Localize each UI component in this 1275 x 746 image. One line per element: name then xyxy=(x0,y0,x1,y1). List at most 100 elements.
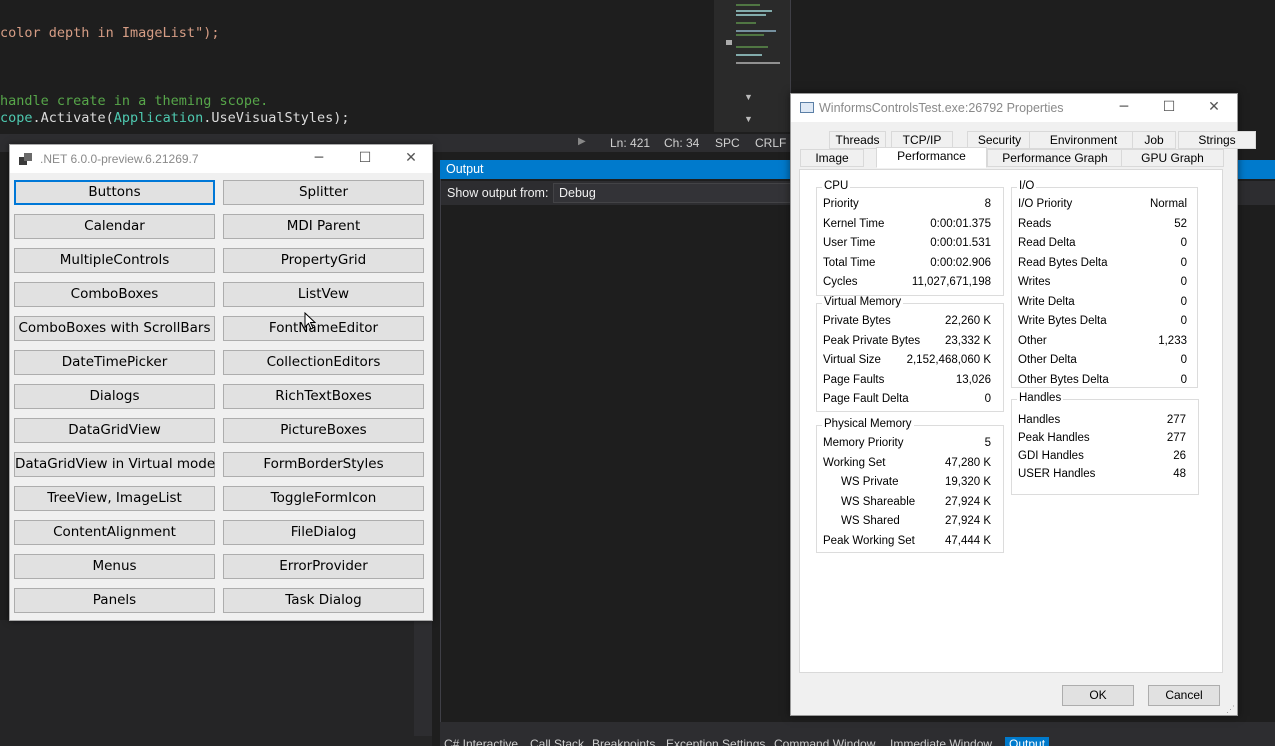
properties-titlebar[interactable]: WinformsControlsTest.exe:26792 Propertie… xyxy=(791,94,1237,122)
whitespace-mode[interactable]: SPC xyxy=(715,136,740,150)
tab-command-window[interactable]: Command Window xyxy=(774,737,875,746)
tab-exception-settings[interactable]: Exception Settings xyxy=(666,737,765,746)
ok-button[interactable]: OK xyxy=(1062,685,1134,706)
peak-handles-label: Peak Handles xyxy=(1018,432,1090,444)
chevron-down-icon[interactable]: ▼ xyxy=(744,92,753,102)
buttons-button[interactable]: Buttons xyxy=(14,180,215,205)
physical-memory-group: Physical Memory Memory Priority 5 Working … xyxy=(816,418,1004,553)
code-token-activate: .Activate( xyxy=(32,110,114,126)
close-icon[interactable]: ✕ xyxy=(388,145,434,173)
maximize-icon[interactable]: ☐ xyxy=(342,145,388,173)
treeview-imagelist-button[interactable]: TreeView, ImageList xyxy=(14,486,215,511)
dialogs-button[interactable]: Dialogs xyxy=(14,384,215,409)
properties-window: WinformsControlsTest.exe:26792 Propertie… xyxy=(790,93,1256,716)
code-line-string: color depth in ImageList"); xyxy=(0,25,220,41)
line-endings[interactable]: CRLF xyxy=(755,136,786,150)
resize-grip-icon[interactable]: ⋰ xyxy=(1226,704,1235,715)
write-delta-value: 0 xyxy=(1180,295,1187,308)
horizontal-scrollbar[interactable] xyxy=(440,722,1275,736)
mdi-parent-button[interactable]: MDI Parent xyxy=(223,214,424,239)
cycles-value: 11,027,671,198 xyxy=(911,276,991,288)
user-handles-value: 48 xyxy=(1173,468,1186,480)
properties-title: WinformsControlsTest.exe:26792 Propertie… xyxy=(819,101,1064,115)
collectioneditors-button[interactable]: CollectionEditors xyxy=(223,350,424,375)
code-minimap[interactable]: ▼ ▼ xyxy=(714,0,790,132)
pictureboxes-button[interactable]: PictureBoxes xyxy=(223,418,424,443)
chevron-down-icon[interactable]: ▼ xyxy=(744,114,753,124)
errorprovider-button[interactable]: ErrorProvider xyxy=(223,554,424,579)
ws-private-value: 19,320 K xyxy=(944,476,991,488)
writes-value: 0 xyxy=(1180,276,1187,288)
page-fault-delta-label: Page Fault Delta xyxy=(823,393,909,405)
close-icon[interactable]: ✕ xyxy=(1191,94,1237,122)
maximize-icon[interactable]: ☐ xyxy=(1146,94,1192,122)
tab-performance-graph[interactable]: Performance Graph xyxy=(987,149,1123,167)
cycles-label: Cycles xyxy=(823,276,858,288)
propertygrid-button[interactable]: PropertyGrid xyxy=(223,248,424,273)
ws-shared-value: 27,924 K xyxy=(944,515,991,527)
cpu-group: CPU Priority 8 Kernel Time 0:00:01.375 User … xyxy=(816,180,1004,296)
splitter-button[interactable]: Splitter xyxy=(223,180,424,205)
comboboxes-with-scrollbars-button[interactable]: ComboBoxes with ScrollBars xyxy=(14,316,215,341)
total-time-value: 0:00:02.906 xyxy=(930,256,991,269)
formborderstyles-button[interactable]: FormBorderStyles xyxy=(223,452,424,477)
handles-value: 277 xyxy=(1166,414,1186,426)
priority-value: 8 xyxy=(984,198,991,210)
panels-button[interactable]: Panels xyxy=(14,588,215,613)
toggleformicon-button[interactable]: ToggleFormIcon xyxy=(223,486,424,511)
virtual-memory-label: Virtual Memory xyxy=(822,296,904,308)
datagridview-button[interactable]: DataGridView xyxy=(14,418,215,443)
total-time-label: Total Time xyxy=(823,256,876,269)
working-set-value: 47,280 K xyxy=(944,456,991,469)
tab-strings[interactable]: Strings xyxy=(1178,131,1256,149)
tab-environment[interactable]: Environment xyxy=(1029,131,1138,149)
fontnameeditor-button[interactable]: FontNameEditor xyxy=(223,316,424,341)
tab-breakpoints[interactable]: Breakpoints xyxy=(592,737,655,746)
tab-image[interactable]: Image xyxy=(800,149,864,167)
user-time-value: 0:00:01.531 xyxy=(930,237,991,249)
filedialog-button[interactable]: FileDialog xyxy=(223,520,424,545)
comboboxes-button[interactable]: ComboBoxes xyxy=(14,282,215,307)
minimize-icon[interactable]: ─ xyxy=(1101,94,1147,122)
output-source-select[interactable]: Debug xyxy=(553,183,793,203)
kernel-time-label: Kernel Time xyxy=(823,217,885,230)
user-time-label: User Time xyxy=(823,237,876,249)
tab-output[interactable]: Output xyxy=(1005,737,1050,746)
richtextboxes-button[interactable]: RichTextBoxes xyxy=(223,384,424,409)
datetimepicker-button[interactable]: DateTimePicker xyxy=(14,350,215,375)
tab-performance[interactable]: Performance xyxy=(876,147,987,168)
other-bytes-delta-label: Other Bytes Delta xyxy=(1018,373,1109,386)
listvew-button[interactable]: ListVew xyxy=(223,282,424,307)
writes-label: Writes xyxy=(1018,276,1051,288)
minimize-icon[interactable]: ─ xyxy=(296,145,342,173)
task-dialog-button[interactable]: Task Dialog xyxy=(223,588,424,613)
write-bytes-delta-value: 0 xyxy=(1180,315,1187,327)
calendar-button[interactable]: Calendar xyxy=(14,214,215,239)
ws-private-label: WS Private xyxy=(841,476,899,488)
tab-gpu-graph[interactable]: GPU Graph xyxy=(1121,149,1224,167)
tab-c-interactive[interactable]: C# Interactive xyxy=(444,737,518,746)
handles-label: Handles xyxy=(1018,414,1061,426)
ws-shared-label: WS Shared xyxy=(841,515,900,527)
scroll-right-icon[interactable]: ▶ xyxy=(578,136,586,147)
read-delta-label: Read Delta xyxy=(1018,237,1076,249)
line-number: Ln: 421 xyxy=(610,136,651,150)
datagridview-in-virtual-mode-button[interactable]: DataGridView in Virtual mode xyxy=(14,452,215,477)
tab-immediate-window[interactable]: Immediate Window xyxy=(890,737,992,746)
launcher-title: .NET 6.0.0-preview.6.21269.7 xyxy=(40,152,199,166)
code-line-comment: handle create in a theming scope. xyxy=(0,93,269,109)
tab-job[interactable]: Job xyxy=(1132,131,1176,149)
cancel-button[interactable]: Cancel xyxy=(1148,685,1220,706)
vertical-scrollbar[interactable] xyxy=(414,620,432,736)
menus-button[interactable]: Menus xyxy=(14,554,215,579)
multiplecontrols-button[interactable]: MultipleControls xyxy=(14,248,215,273)
handles-group: Handles Handles 277 Peak Handles 277 GDI Han… xyxy=(1011,392,1199,495)
read-bytes-delta-value: 0 xyxy=(1180,256,1187,269)
contentalignment-button[interactable]: ContentAlignment xyxy=(14,520,215,545)
tab-call-stack[interactable]: Call Stack xyxy=(530,737,584,746)
virtual-memory-group: Virtual Memory Private Bytes 22,260 K Peak… xyxy=(816,296,1004,412)
launcher-titlebar[interactable]: .NET 6.0.0-preview.6.21269.7 ─ ☐ ✕ xyxy=(10,145,432,173)
i-o-priority-value: Normal xyxy=(1149,198,1187,210)
peak-private-bytes-label: Peak Private Bytes xyxy=(823,334,921,347)
write-bytes-delta-label: Write Bytes Delta xyxy=(1018,315,1107,327)
